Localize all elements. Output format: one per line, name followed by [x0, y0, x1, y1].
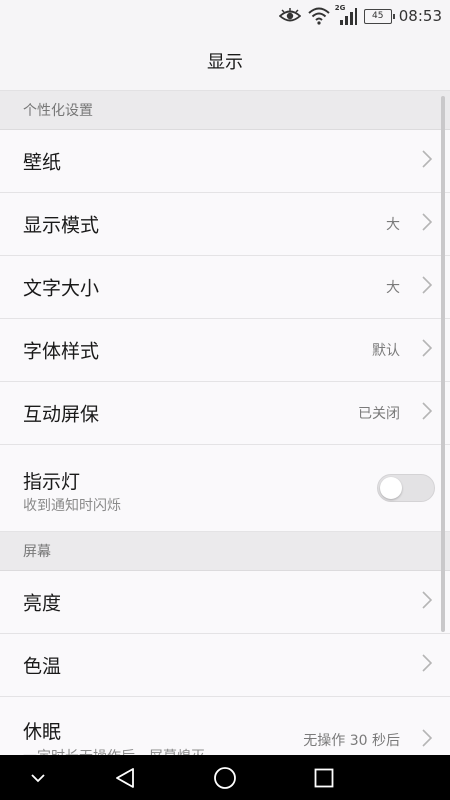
sleep-sublabel: 一定时长无操作后，屏幕熄灭 — [23, 746, 205, 755]
network-type-label: 2G — [334, 4, 346, 12]
wallpaper-label: 壁纸 — [23, 151, 62, 174]
color-temperature-label: 色温 — [23, 655, 62, 678]
indicator-light-label: 指示灯 — [23, 471, 81, 493]
color-temperature-row[interactable]: 色温 — [0, 634, 450, 697]
chevron-down-icon[interactable] — [22, 755, 54, 800]
title-bar: 显示 — [0, 32, 450, 91]
display-mode-label: 显示模式 — [23, 214, 100, 237]
wifi-icon — [308, 7, 330, 25]
brightness-label: 亮度 — [23, 592, 62, 615]
chevron-right-icon — [422, 276, 433, 298]
page-title: 显示 — [207, 52, 243, 73]
section-header-screen: 屏幕 — [0, 532, 450, 571]
indicator-light-row[interactable]: 指示灯 收到通知时闪烁 — [0, 445, 450, 532]
scrollbar[interactable] — [441, 96, 445, 632]
battery-icon: 45 — [363, 8, 395, 24]
settings-list[interactable]: 个性化设置 壁纸 显示模式 大 文字大小 大 字体样式 默认 互动屏保 已关闭 — [0, 91, 450, 755]
font-style-row[interactable]: 字体样式 默认 — [0, 319, 450, 382]
sleep-value: 无操作 30 秒后 — [303, 733, 400, 749]
navigation-bar — [0, 755, 450, 800]
brightness-row[interactable]: 亮度 — [0, 571, 450, 634]
screensaver-row[interactable]: 互动屏保 已关闭 — [0, 382, 450, 445]
screensaver-value: 已关闭 — [358, 406, 400, 422]
indicator-light-toggle[interactable] — [377, 474, 435, 502]
toggle-knob — [380, 477, 402, 499]
status-time: 08:53 — [398, 7, 442, 25]
recents-icon[interactable] — [307, 755, 341, 800]
font-style-label: 字体样式 — [23, 340, 100, 363]
chevron-right-icon — [422, 339, 433, 361]
chevron-right-icon — [422, 402, 433, 424]
chevron-right-icon — [422, 591, 433, 613]
text-size-value: 大 — [386, 280, 400, 296]
eye-icon — [278, 8, 301, 24]
chevron-right-icon — [422, 654, 433, 676]
wallpaper-row[interactable]: 壁纸 — [0, 130, 450, 193]
status-bar: 2G 45 08:53 — [0, 0, 450, 32]
screensaver-label: 互动屏保 — [23, 403, 100, 426]
text-size-label: 文字大小 — [23, 277, 100, 300]
display-mode-row[interactable]: 显示模式 大 — [0, 193, 450, 256]
sleep-label: 休眠 — [23, 721, 62, 743]
chevron-right-icon — [422, 150, 433, 172]
section-header-personalization: 个性化设置 — [0, 91, 450, 130]
chevron-right-icon — [422, 729, 433, 751]
display-mode-value: 大 — [386, 217, 400, 233]
indicator-light-sublabel: 收到通知时闪烁 — [23, 498, 121, 514]
battery-level: 45 — [372, 10, 384, 21]
sleep-row[interactable]: 休眠 一定时长无操作后，屏幕熄灭 无操作 30 秒后 — [0, 697, 450, 755]
text-size-row[interactable]: 文字大小 大 — [0, 256, 450, 319]
signal-icon: 2G — [334, 4, 357, 26]
home-icon[interactable] — [207, 755, 243, 800]
status-icons: 2G 45 08:53 — [278, 4, 442, 28]
font-style-value: 默认 — [372, 343, 400, 359]
back-icon[interactable] — [108, 755, 142, 800]
chevron-right-icon — [422, 213, 433, 235]
